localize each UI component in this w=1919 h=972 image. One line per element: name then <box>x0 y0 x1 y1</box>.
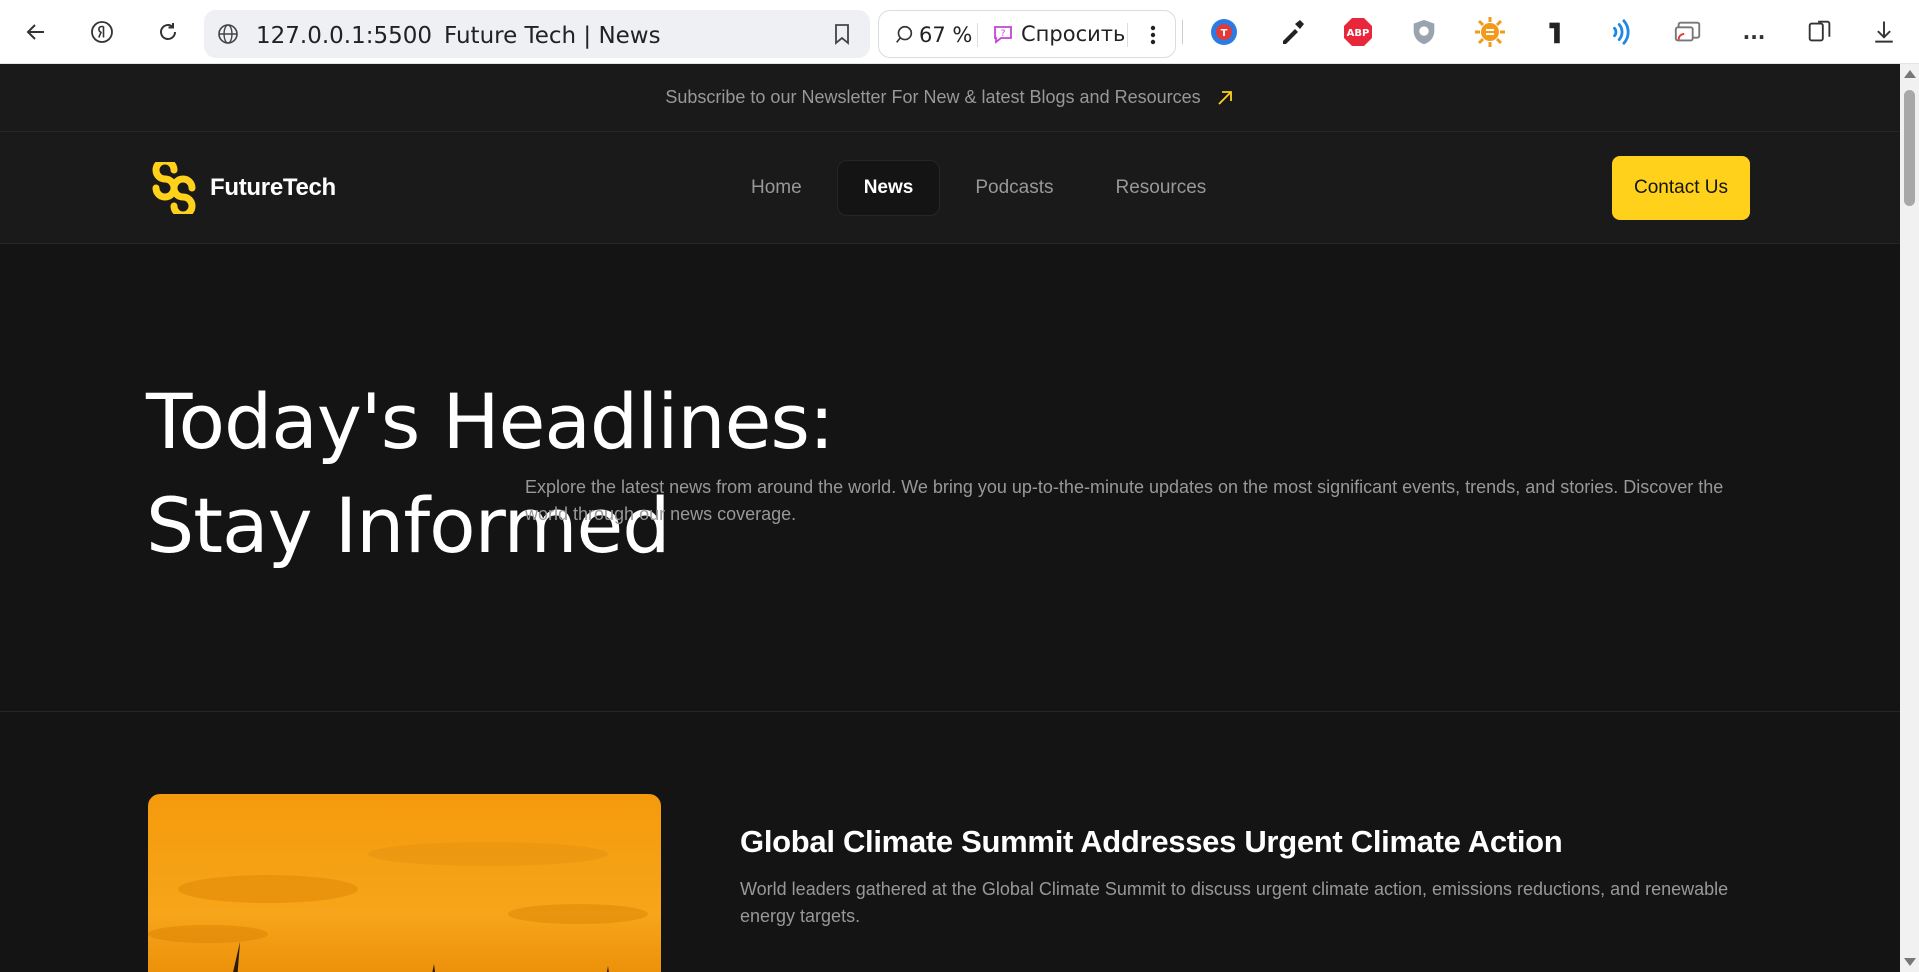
back-button[interactable] <box>16 12 56 52</box>
nav-link-podcasts[interactable]: Podcasts <box>948 160 1080 216</box>
newsletter-banner[interactable]: Subscribe to our Newsletter For New & la… <box>0 64 1900 132</box>
contact-us-button[interactable]: Contact Us <box>1612 156 1750 220</box>
shield-extension-icon[interactable] <box>1406 14 1442 50</box>
scroll-down-arrow-icon[interactable] <box>1904 958 1916 966</box>
reload-icon <box>160 23 176 40</box>
zoom-indicator[interactable]: 67 % <box>893 23 972 47</box>
bookmark-icon[interactable] <box>830 22 854 46</box>
url-text: 127.0.0.1:5500 <box>256 23 433 49</box>
browser-toolbar: 127.0.0.1:5500 Future Tech | News 67 % ?… <box>0 0 1919 64</box>
sun-extension-icon[interactable] <box>1472 14 1508 50</box>
address-bar[interactable]: 127.0.0.1:5500 Future Tech | News <box>204 10 870 58</box>
page-scrollbar[interactable] <box>1900 64 1919 972</box>
separator <box>977 23 978 47</box>
yandex-home-button[interactable] <box>82 12 122 52</box>
adblock-plus-icon[interactable]: ABP <box>1340 14 1376 50</box>
ask-button[interactable]: ? Спросить <box>991 22 1125 46</box>
svg-text:ABP: ABP <box>1347 28 1370 39</box>
chat-bubble-icon <box>896 25 913 43</box>
scroll-up-arrow-icon[interactable] <box>1904 70 1916 78</box>
assistant-box: 67 % ? Спросить <box>878 10 1176 58</box>
site-navbar: FutureTech Home News Podcasts Resources … <box>0 132 1900 244</box>
article-title[interactable]: Global Climate Summit Addresses Urgent C… <box>740 824 1750 860</box>
translate-extension-icon[interactable]: T <box>1206 14 1242 50</box>
hero-description: Explore the latest news from around the … <box>525 477 1724 524</box>
article-image[interactable] <box>148 794 661 972</box>
nav-link-news[interactable]: News <box>836 160 941 216</box>
featured-article: Global Climate Summit Addresses Urgent C… <box>0 712 1900 972</box>
hero-section: Today's Headlines: Stay Informed Explore… <box>0 244 1900 712</box>
nav-link-home[interactable]: Home <box>724 160 829 216</box>
more-extensions-button[interactable]: ... <box>1736 14 1772 50</box>
reload-button[interactable] <box>148 12 188 52</box>
separator <box>1127 23 1128 47</box>
ask-label: Спросить <box>1021 22 1126 46</box>
article-summary: World leaders gathered at the Global Cli… <box>740 879 1729 926</box>
download-icon[interactable] <box>1866 14 1902 50</box>
svg-text:?: ? <box>1001 29 1006 39</box>
collections-icon[interactable] <box>1802 14 1838 50</box>
eyedropper-extension-icon[interactable] <box>1274 14 1310 50</box>
more-vertical-icon[interactable] <box>1143 23 1163 47</box>
bracket-extension-icon[interactable] <box>1538 14 1574 50</box>
main-navigation: Home News Podcasts Resources <box>724 160 1233 216</box>
svg-text:T: T <box>1221 28 1228 39</box>
alice-ask-icon: ? <box>994 26 1012 44</box>
tab-title: Future Tech | News <box>444 23 661 49</box>
arrow-up-right-icon <box>1217 90 1232 105</box>
newsletter-text: Subscribe to our Newsletter For New & la… <box>665 87 1201 107</box>
nav-link-resources[interactable]: Resources <box>1088 160 1233 216</box>
cast-extension-icon[interactable] <box>1670 14 1706 50</box>
globe-icon <box>218 24 238 44</box>
zoom-value: 67 % <box>919 23 973 47</box>
brand-logo[interactable]: FutureTech <box>148 162 336 214</box>
wifi-extension-icon[interactable] <box>1604 14 1640 50</box>
scrollbar-thumb[interactable] <box>1904 90 1915 206</box>
page-viewport: Subscribe to our Newsletter For New & la… <box>0 64 1900 972</box>
toolbar-divider <box>1182 20 1183 44</box>
arrow-left-icon <box>26 24 44 40</box>
brand-name: FutureTech <box>210 174 336 201</box>
yandex-icon <box>91 21 113 43</box>
futuretech-logo-icon <box>152 162 196 214</box>
